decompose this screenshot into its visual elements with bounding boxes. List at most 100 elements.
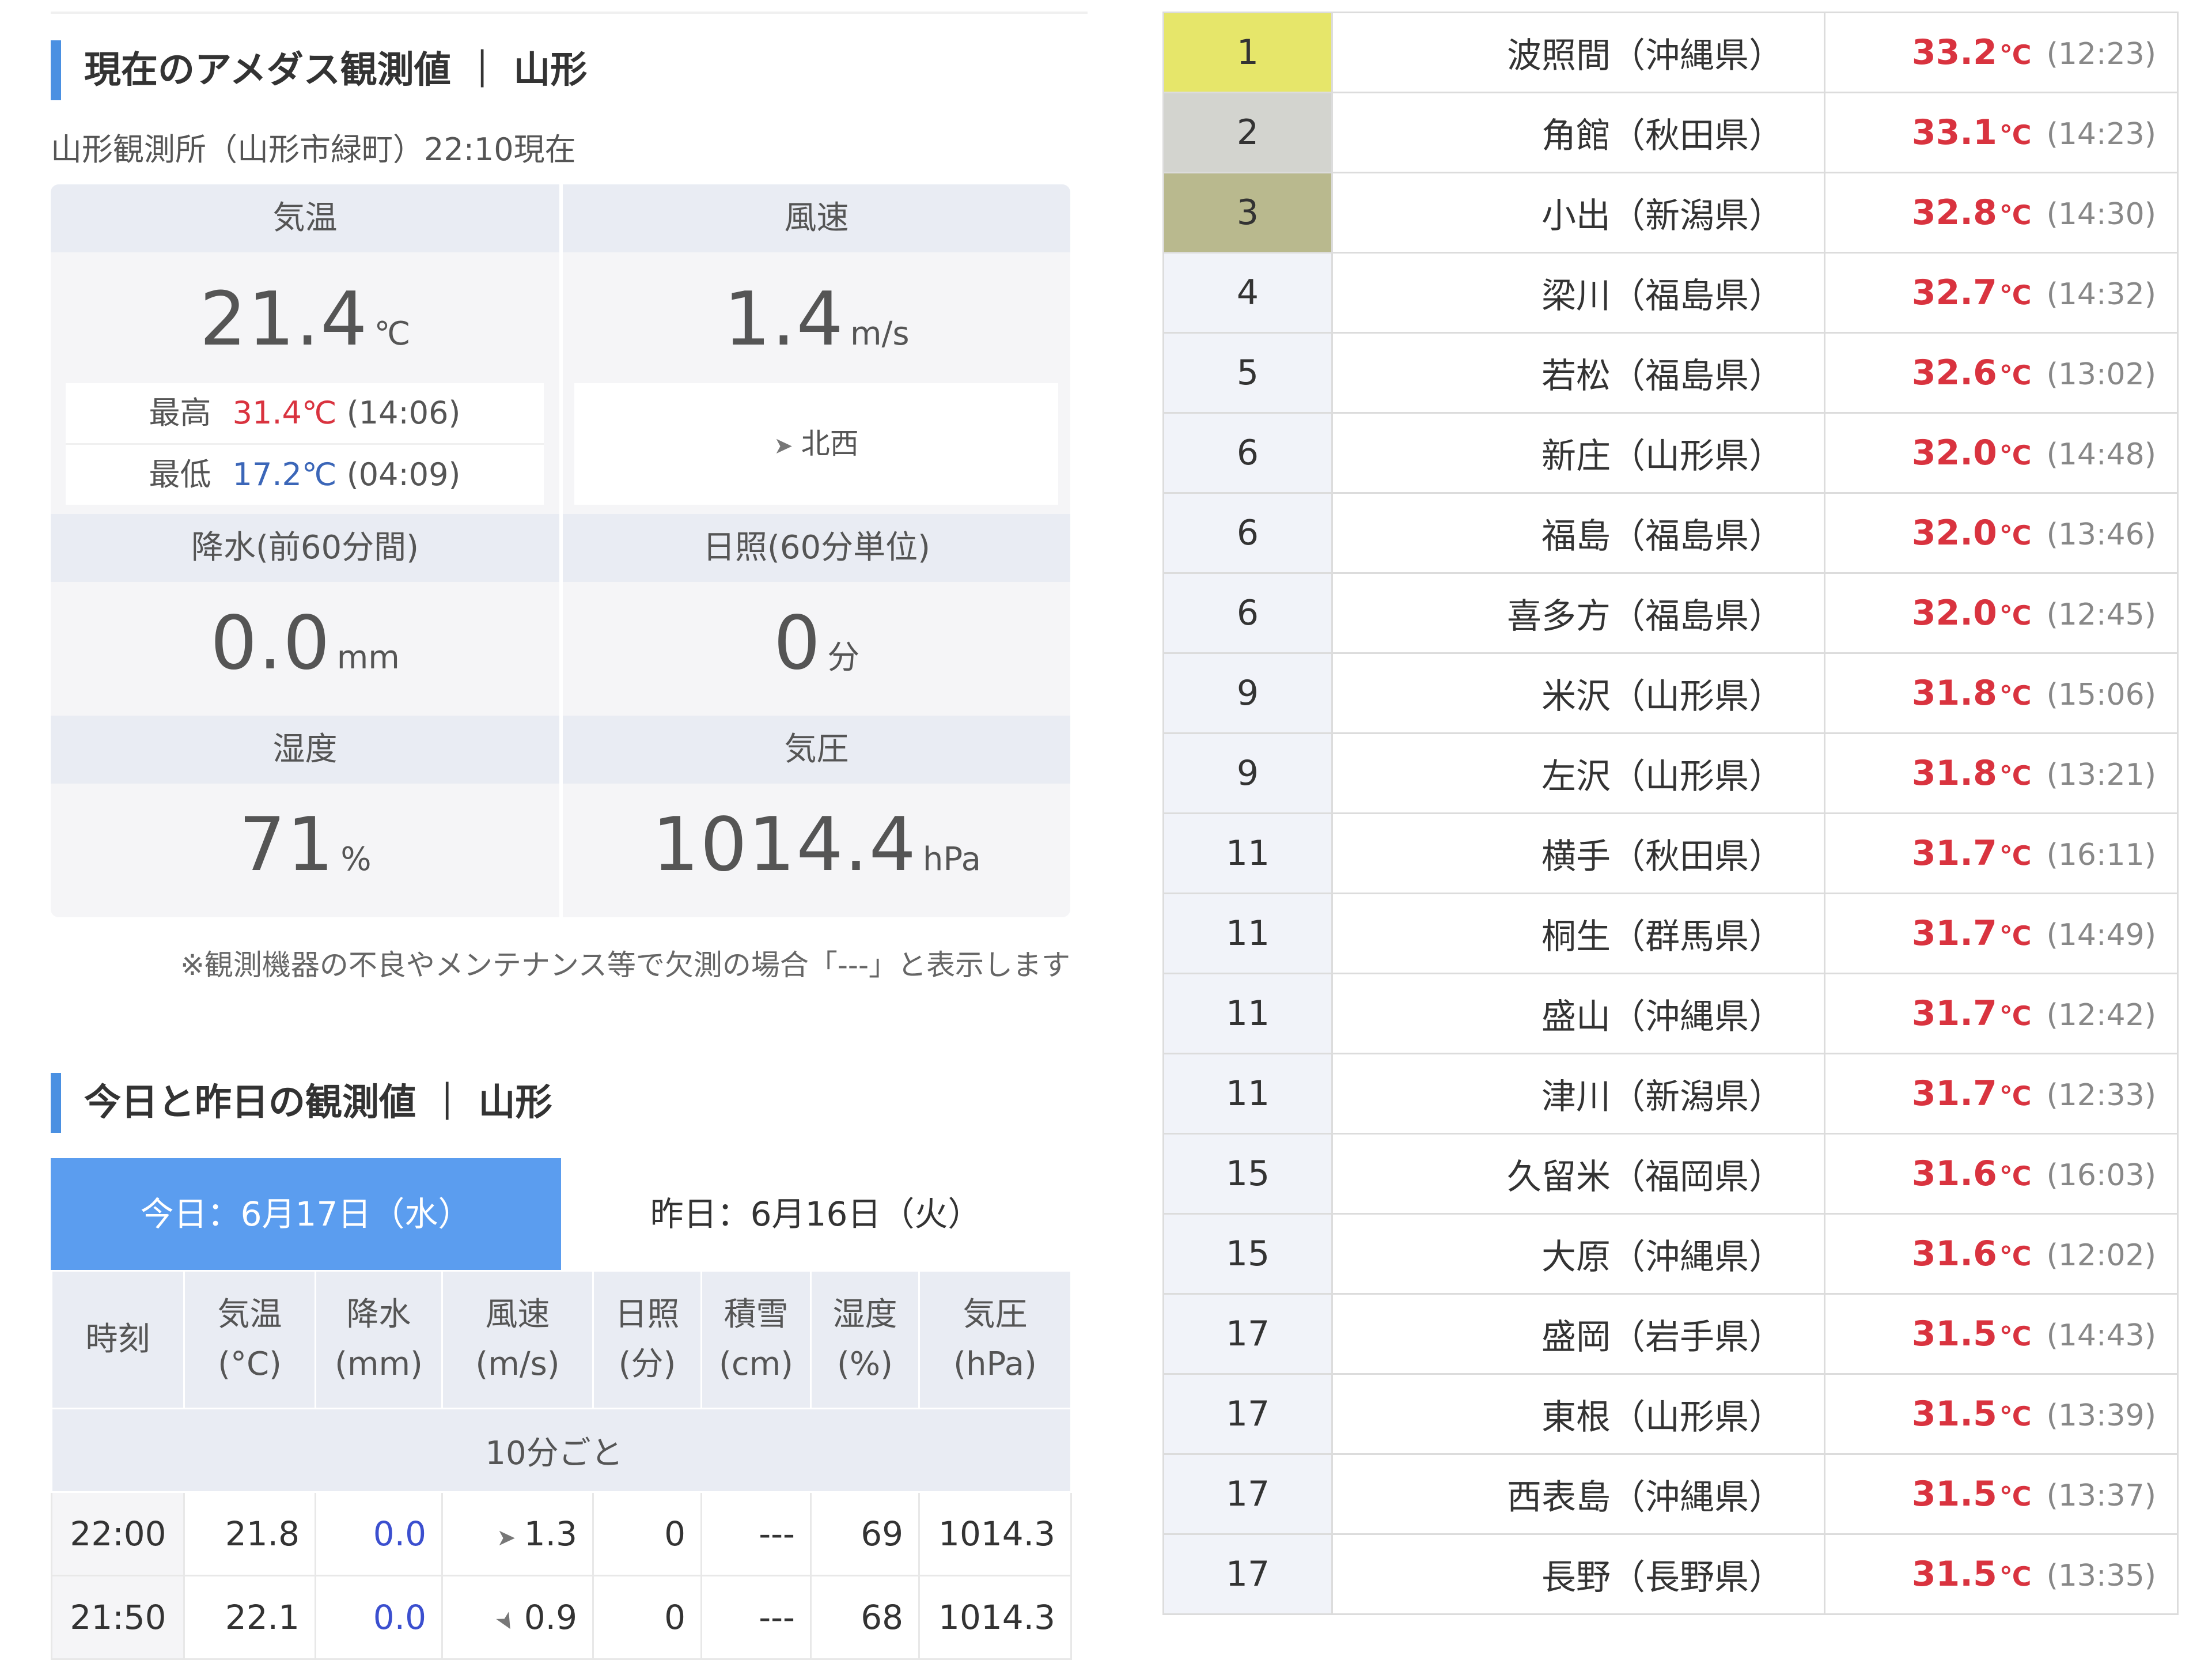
ranking-row: 17 西表島（沖縄県） 31.5℃ (13:37) xyxy=(1162,1453,2179,1535)
ranking-temp-cell: 31.7℃ (12:33) xyxy=(1824,1053,2179,1135)
ranking-temp-unit: ℃ xyxy=(1999,1000,2032,1031)
ranking-temp: 32.8 xyxy=(1911,192,1997,233)
temperature-value: 21.4 ℃ xyxy=(51,277,559,362)
ranking-rank: 6 xyxy=(1162,412,1333,494)
ranking-station[interactable]: 横手（秋田県） xyxy=(1331,812,1825,894)
ranking-temp-unit: ℃ xyxy=(1999,520,2032,551)
ranking-rank: 17 xyxy=(1162,1293,1333,1375)
ranking-station[interactable]: 福島（福島県） xyxy=(1331,492,1825,574)
cell-precip: 0.0 xyxy=(315,1491,443,1576)
ranking-time: (13:46) xyxy=(2046,517,2156,552)
ranking-station[interactable]: 梁川（福島県） xyxy=(1331,252,1825,334)
table-row: 21:50 22.1 0.0 ➤0.9 0 --- 68 1014.3 xyxy=(51,1575,1072,1660)
ranking-station[interactable]: 長野（長野県） xyxy=(1331,1533,1825,1615)
ranking-rank: 15 xyxy=(1162,1133,1333,1215)
ranking-station[interactable]: 久留米（福岡県） xyxy=(1331,1133,1825,1215)
ranking-station[interactable]: 東根（山形県） xyxy=(1331,1373,1825,1455)
missing-data-note: ※観測機器の不良やメンテナンス等で欠測の場合「---」と表示します xyxy=(180,948,1070,982)
humidity-cell: 湿度 71% xyxy=(51,716,559,917)
ranking-rank: 9 xyxy=(1162,732,1333,814)
col-header-wind: 風速 (m/s) xyxy=(441,1270,594,1409)
ranking-row: 17 長野（長野県） 31.5℃ (13:35) xyxy=(1162,1533,2179,1615)
ranking-temp: 32.0 xyxy=(1911,593,1997,633)
tab-yesterday[interactable]: 昨日：6月16日（火） xyxy=(561,1158,1070,1270)
ranking-temp: 32.7 xyxy=(1911,273,1997,313)
ranking-rank: 11 xyxy=(1162,973,1333,1054)
ranking-row: 11 盛山（沖縄県） 31.7℃ (12:42) xyxy=(1162,973,2179,1054)
high-value: 31.4℃ xyxy=(232,395,337,431)
high-label: 最高 xyxy=(149,395,211,431)
precipitation-label: 降水(前60分間) xyxy=(51,514,559,582)
ranking-station[interactable]: 盛山（沖縄県） xyxy=(1331,973,1825,1054)
ranking-station[interactable]: 小出（新潟県） xyxy=(1331,172,1825,254)
ranking-station[interactable]: 米沢（山形県） xyxy=(1331,652,1825,734)
ranking-temp-cell: 31.5℃ (14:43) xyxy=(1824,1293,2179,1375)
ranking-station[interactable]: 津川（新潟県） xyxy=(1331,1053,1825,1135)
ranking-rank: 17 xyxy=(1162,1453,1333,1535)
ranking-temp-cell: 31.5℃ (13:39) xyxy=(1824,1373,2179,1455)
ranking-station[interactable]: 左沢（山形県） xyxy=(1331,732,1825,814)
ranking-time: (13:02) xyxy=(2046,357,2156,392)
ranking-temp-cell: 31.8℃ (13:21) xyxy=(1824,732,2179,814)
ranking-temp: 31.7 xyxy=(1911,913,1997,954)
ranking-temp-unit: ℃ xyxy=(1999,920,2032,951)
ranking-station[interactable]: 盛岡（岩手県） xyxy=(1331,1293,1825,1375)
cell-wind: ➤0.9 xyxy=(441,1575,594,1660)
ranking-row: 17 東根（山形県） 31.5℃ (13:39) xyxy=(1162,1373,2179,1455)
ranking-temp-cell: 31.6℃ (16:03) xyxy=(1824,1133,2179,1215)
col-header-precip: 降水 (mm) xyxy=(315,1270,443,1409)
humidity-number: 71 xyxy=(238,802,335,888)
ranking-station[interactable]: 喜多方（福島県） xyxy=(1331,572,1825,654)
ranking-row: 9 左沢（山形県） 31.8℃ (13:21) xyxy=(1162,732,2179,814)
ranking-temp-unit: ℃ xyxy=(1999,440,2032,471)
ranking-station[interactable]: 西表島（沖縄県） xyxy=(1331,1453,1825,1535)
cell-humidity: 69 xyxy=(810,1491,920,1576)
ranking-time: (12:02) xyxy=(2046,1238,2156,1273)
cell-sun: 0 xyxy=(592,1575,702,1660)
ranking-time: (15:06) xyxy=(2046,678,2156,712)
current-obs-panel: 気温 21.4 ℃ 最高 31.4℃ (14:06) 最低 17.2℃ (04:0… xyxy=(51,184,1070,917)
ranking-station[interactable]: 若松（福島県） xyxy=(1331,332,1825,414)
ranking-temp: 32.0 xyxy=(1911,513,1997,553)
ranking-temp: 31.6 xyxy=(1911,1154,1997,1194)
ranking-time: (14:43) xyxy=(2046,1318,2156,1353)
ranking-time: (12:23) xyxy=(2046,37,2156,71)
high-temp-row: 最高 31.4℃ (14:06) xyxy=(66,383,544,443)
ranking-station[interactable]: 新庄（山形県） xyxy=(1331,412,1825,494)
ranking-time: (14:32) xyxy=(2046,277,2156,312)
ranking-temp-cell: 32.6℃ (13:02) xyxy=(1824,332,2179,414)
sunshine-number: 0 xyxy=(773,600,822,686)
ranking-time: (12:33) xyxy=(2046,1078,2156,1113)
ranking-row: 11 桐生（群馬県） 31.7℃ (14:49) xyxy=(1162,893,2179,974)
ranking-station[interactable]: 角館（秋田県） xyxy=(1331,92,1825,173)
wind-value: 1.4 m/s xyxy=(563,277,1070,362)
ranking-station[interactable]: 大原（沖縄県） xyxy=(1331,1213,1825,1295)
ranking-temp: 32.0 xyxy=(1911,433,1997,473)
ranking-rank: 1 xyxy=(1162,12,1333,93)
ranking-row: 9 米沢（山形県） 31.8℃ (15:06) xyxy=(1162,652,2179,734)
ranking-temp-unit: ℃ xyxy=(1999,360,2032,391)
interval-label: 10分ごと xyxy=(51,1408,1072,1493)
ranking-row: 15 大原（沖縄県） 31.6℃ (12:02) xyxy=(1162,1213,2179,1295)
cell-wind: ➤ 1.3 xyxy=(441,1491,594,1576)
tab-today[interactable]: 今日：6月17日（水） xyxy=(51,1158,561,1270)
ranking-station[interactable]: 桐生（群馬県） xyxy=(1331,893,1825,974)
ranking-time: (13:35) xyxy=(2046,1559,2156,1593)
ranking-temp: 31.8 xyxy=(1911,753,1997,793)
ranking-rank: 11 xyxy=(1162,893,1333,974)
ranking-temp: 31.5 xyxy=(1911,1394,1997,1434)
ranking-rank: 11 xyxy=(1162,812,1333,894)
pressure-value: 1014.4 hPa xyxy=(563,802,1070,888)
ranking-temp-unit: ℃ xyxy=(1999,199,2032,230)
precipitation-number: 0.0 xyxy=(210,600,331,686)
cell-sun: 0 xyxy=(592,1491,702,1576)
wind-arrow-icon: ➤ xyxy=(490,1606,523,1637)
ranking-row: 17 盛岡（岩手県） 31.5℃ (14:43) xyxy=(1162,1293,2179,1375)
temperature-number: 21.4 xyxy=(199,277,369,362)
ranking-time: (16:11) xyxy=(2046,838,2156,872)
table-row: 22:00 21.8 0.0 ➤ 1.3 0 --- 69 1014.3 xyxy=(51,1491,1072,1576)
ranking-rank: 2 xyxy=(1162,92,1333,173)
ranking-station[interactable]: 波照間（沖縄県） xyxy=(1331,12,1825,93)
col-header-humidity: 湿度 (%) xyxy=(810,1270,920,1409)
ranking-time: (13:21) xyxy=(2046,758,2156,792)
